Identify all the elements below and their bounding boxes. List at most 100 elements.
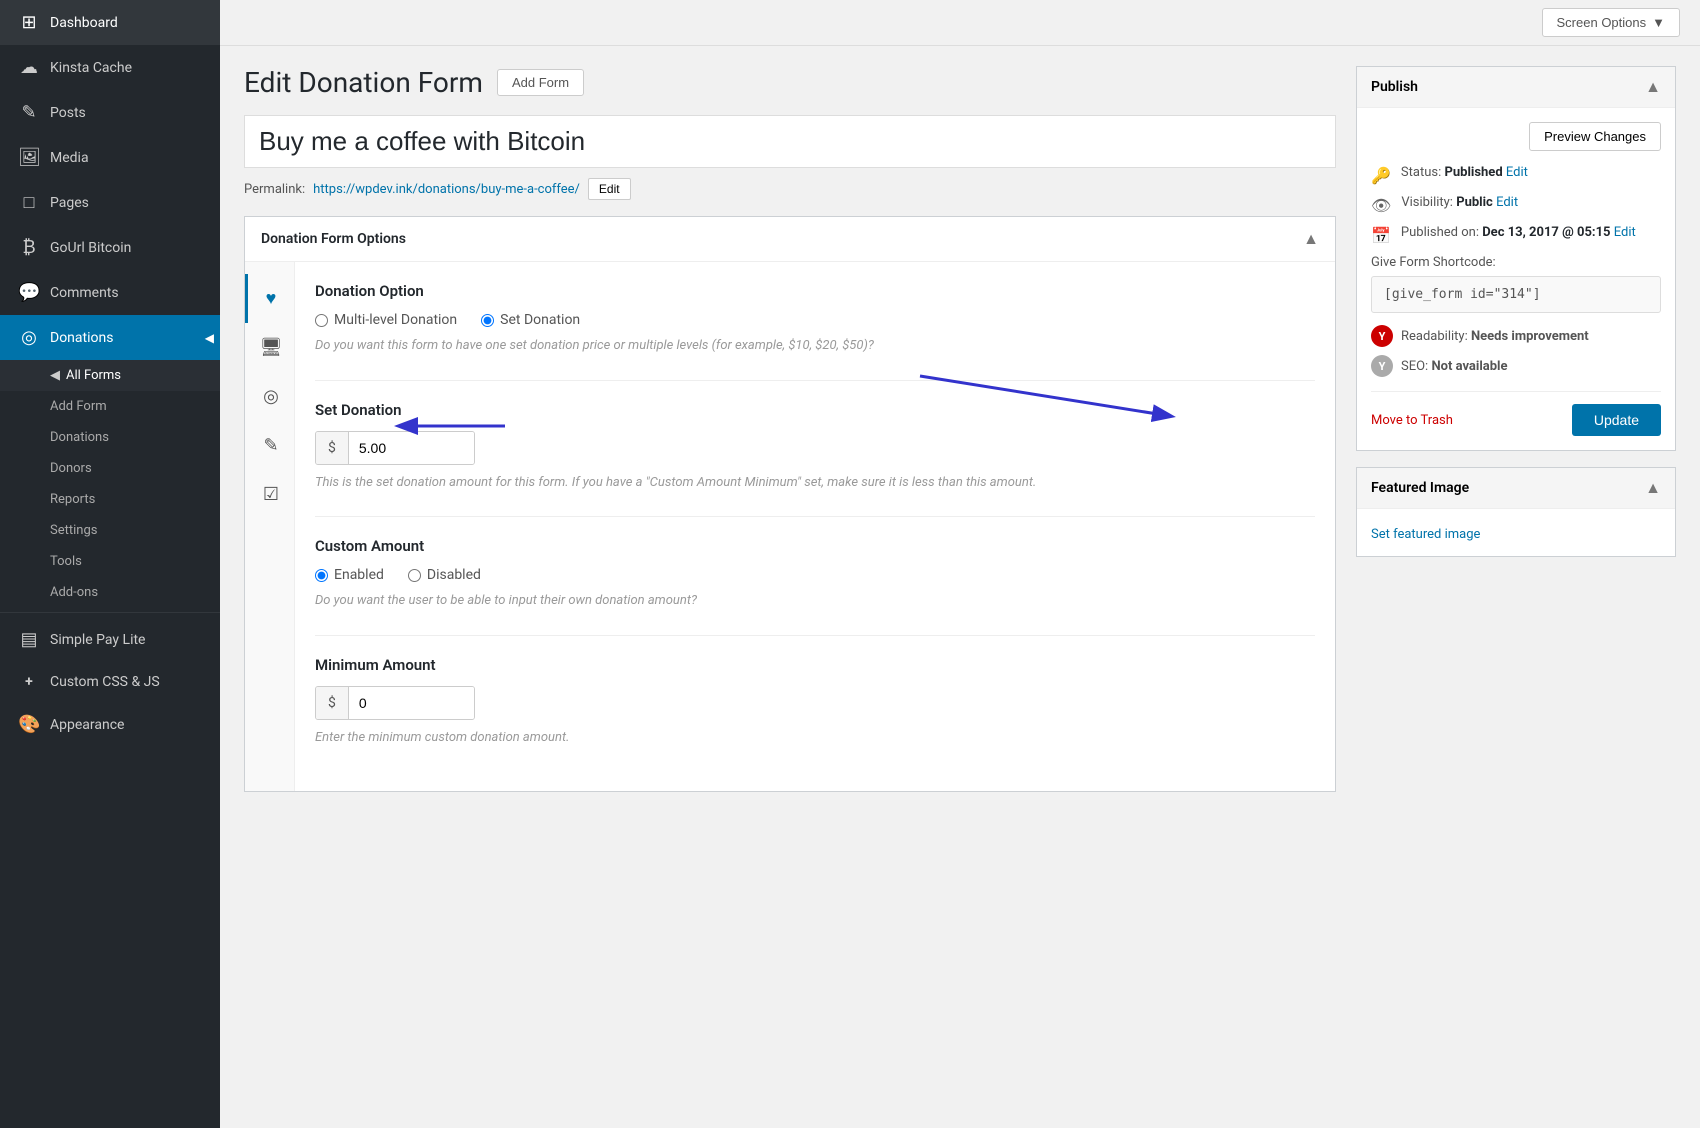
custom-amount-desc: Do you want the user to be able to input… [315,591,1315,611]
right-column: Publish ▲ Preview Changes 🔑 Status: Publ… [1356,66,1676,573]
publish-visibility-row: 👁 Visibility: Public Edit [1371,195,1661,215]
sidebar-item-donations[interactable]: ◎ Donations ◀ [0,315,220,360]
publish-actions: Move to Trash Update [1371,391,1661,436]
visibility-edit-link[interactable]: Edit [1496,195,1518,210]
sidebar-item-label: Dashboard [50,15,118,31]
featured-image-panel: Featured Image ▲ Set featured image [1356,467,1676,557]
sidebar-item-pages[interactable]: □ Pages [0,180,220,225]
tab-icon-check[interactable]: ☑ [245,470,294,519]
radio-set-donation[interactable]: Set Donation [481,312,580,328]
sidebar-item-comments[interactable]: 💬 Comments [0,270,220,315]
readability-value: Needs improvement [1471,329,1589,344]
set-donation-desc: This is the set donation amount for this… [315,473,1315,493]
panel-header: Donation Form Options ▲ [245,217,1335,262]
sidebar-subitem-settings[interactable]: Settings [0,515,220,546]
published-text: Published on: Dec 13, 2017 @ 05:15 Edit [1401,225,1636,240]
sidebar-item-label: Appearance [50,717,124,733]
sidebar-subitem-all-forms[interactable]: ◀ All Forms [0,360,220,391]
seo-row: Y SEO: Not available [1371,355,1661,377]
gourl-icon: ₿ [18,237,40,258]
status-value: Published [1444,165,1502,180]
visibility-value: Public [1456,195,1493,210]
permalink-edit-button[interactable]: Edit [588,178,631,200]
set-donation-input-wrap: $ [315,431,475,465]
move-to-trash-link[interactable]: Move to Trash [1371,413,1453,428]
radio-enabled-input[interactable] [315,569,328,582]
sidebar-item-media[interactable]: 🖼 Media [0,135,220,180]
set-featured-image-link[interactable]: Set featured image [1371,527,1480,542]
sidebar-item-custom-css[interactable]: + Custom CSS & JS [0,662,220,702]
form-title-input[interactable] [244,115,1336,168]
sidebar-subitem-tools[interactable]: Tools [0,546,220,577]
readability-row: Y Readability: Needs improvement [1371,325,1661,347]
active-bullet: ◀ [50,368,60,383]
subitem-label: Add-ons [50,585,98,600]
minimum-amount-group: Minimum Amount $ Enter the minimum custo… [315,656,1315,748]
status-edit-link[interactable]: Edit [1506,165,1528,180]
sidebar-item-label: Simple Pay Lite [50,632,145,648]
seo-value: Not available [1431,359,1507,374]
visibility-text: Visibility: Public Edit [1401,195,1518,210]
sidebar-item-appearance[interactable]: 🎨 Appearance [0,702,220,747]
sidebar-item-label: Kinsta Cache [50,60,132,76]
minimum-amount-input[interactable] [349,687,474,719]
readability-icon: Y [1371,325,1393,347]
shortcode-value: [give_form id="314"] [1371,276,1661,313]
sidebar-item-label: GoUrl Bitcoin [50,240,131,256]
radio-enabled[interactable]: Enabled [315,567,384,583]
sidebar-item-label: Media [50,150,89,166]
subitem-label: Settings [50,523,97,538]
donation-option-desc: Do you want this form to have one set do… [315,336,1315,356]
donation-option-label: Donation Option [315,282,1315,300]
sidebar-section-simple-pay: ▤ Simple Pay Lite [0,612,220,662]
radio-set-label: Set Donation [500,312,580,328]
radio-disabled-input[interactable] [408,569,421,582]
permalink-url[interactable]: https://wpdev.ink/donations/buy-me-a-cof… [313,182,580,197]
publish-panel-toggle[interactable]: ▲ [1645,77,1661,97]
sidebar-item-label: Custom CSS & JS [50,674,160,690]
screen-options-button[interactable]: Screen Options ▼ [1542,8,1680,37]
tab-icon-target[interactable]: ◎ [245,372,294,421]
sidebar-item-dashboard[interactable]: ⊞ Dashboard [0,0,220,45]
radio-disabled[interactable]: Disabled [408,567,481,583]
tab-icon-heart[interactable]: ♥ [245,274,294,323]
featured-image-toggle[interactable]: ▲ [1645,478,1661,498]
sidebar-item-gourl[interactable]: ₿ GoUrl Bitcoin [0,225,220,270]
add-form-button[interactable]: Add Form [497,69,584,96]
set-donation-input[interactable] [349,432,474,464]
update-button[interactable]: Update [1572,404,1661,436]
radio-multi-input[interactable] [315,314,328,327]
sidebar-subitem-donors[interactable]: Donors [0,453,220,484]
sidebar-item-simple-pay[interactable]: ▤ Simple Pay Lite [0,617,220,662]
sidebar-subitem-add-form[interactable]: Add Form [0,391,220,422]
left-column: Edit Donation Form Add Form Permalink: h… [244,66,1336,808]
radio-enabled-label: Enabled [334,567,384,583]
tab-icon-edit[interactable]: ✎ [245,421,294,470]
radio-multi-label: Multi-level Donation [334,312,457,328]
sidebar-item-kinsta-cache[interactable]: ☁ Kinsta Cache [0,45,220,90]
radio-multi-level[interactable]: Multi-level Donation [315,312,457,328]
readability-text: Readability: Needs improvement [1401,329,1589,344]
status-icon: 🔑 [1371,166,1391,185]
permalink-row: Permalink: https://wpdev.ink/donations/b… [244,178,1336,200]
comments-icon: 💬 [18,282,40,303]
featured-image-body: Set featured image [1357,509,1675,556]
form-options-layout: ♥ 🖥 ◎ ✎ ☑ Donation Option [245,262,1335,791]
radio-set-input[interactable] [481,314,494,327]
set-donation-label: Set Donation [315,401,1315,419]
pages-icon: □ [18,192,40,213]
sidebar-subitem-addons[interactable]: Add-ons [0,577,220,608]
preview-changes-button[interactable]: Preview Changes [1529,122,1661,151]
panel-toggle-button[interactable]: ▲ [1303,229,1319,249]
sidebar-item-posts[interactable]: ✎ Posts [0,90,220,135]
tab-icon-display[interactable]: 🖥 [245,323,294,372]
sidebar-subitem-donations[interactable]: Donations [0,422,220,453]
shortcode-section: Give Form Shortcode: [give_form id="314"… [1371,255,1661,313]
currency-prefix: $ [316,432,349,464]
custom-amount-radios: Enabled Disabled [315,567,1315,583]
donation-option-group: Donation Option Multi-level Donation Set… [315,282,1315,356]
screen-options-label: Screen Options [1557,15,1647,30]
sidebar-subitem-reports[interactable]: Reports [0,484,220,515]
published-edit-link[interactable]: Edit [1614,225,1636,240]
simple-pay-icon: ▤ [18,629,40,650]
